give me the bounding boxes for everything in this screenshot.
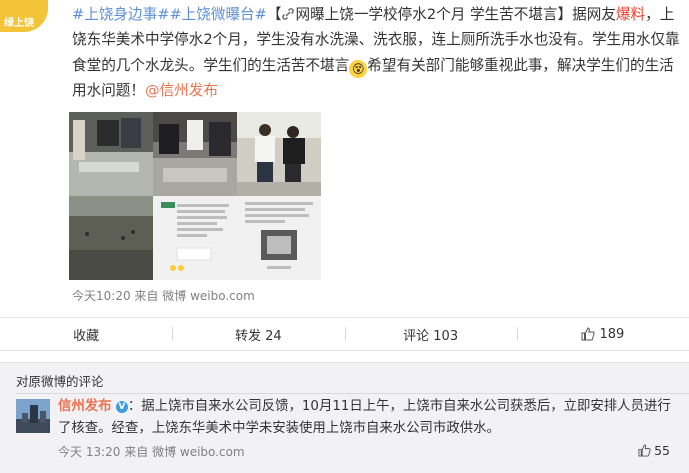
photo-washroom-sinks xyxy=(69,112,153,196)
bracket-open: 【 xyxy=(266,6,282,23)
collect-button[interactable]: 收藏 xyxy=(0,318,172,350)
commenter-avatar-image xyxy=(16,399,50,433)
comment-source-prefix: 来自 xyxy=(124,445,149,459)
chain-link-icon[interactable] xyxy=(281,7,295,21)
comment-meta: 今天 13:20 来自 微博 weibo.com 55 xyxy=(58,443,684,460)
thumbs-up-icon xyxy=(581,327,596,341)
photo-people-sitting xyxy=(237,112,321,196)
photo-students-at-taps xyxy=(153,112,237,196)
photo-4[interactable] xyxy=(69,196,153,280)
photo-dirty-sink xyxy=(69,196,153,280)
comment-source[interactable]: 微博 weibo.com xyxy=(152,445,245,459)
photo-chat-screenshot-1 xyxy=(153,196,237,280)
bracket-close: 】 xyxy=(557,6,573,23)
post-source[interactable]: 微博 weibo.com xyxy=(162,289,255,303)
verified-v-icon[interactable]: V xyxy=(115,401,128,413)
photo-3[interactable] xyxy=(237,112,321,196)
mention-xinzhou-link[interactable]: @信州发布 xyxy=(145,82,218,99)
comment-time: 今天 13:20 xyxy=(58,445,121,459)
post-meta: 今天10:20 来自 微博 weibo.com xyxy=(72,287,255,304)
photo-2[interactable] xyxy=(153,112,237,196)
post-headline: 网曝上饶一学校停水2个月 学生苦不堪言 xyxy=(295,6,558,23)
commenter-avatar[interactable] xyxy=(16,399,50,433)
post-text-a: 据网友 xyxy=(572,6,616,23)
topic-tag-1[interactable]: #上饶身边事# xyxy=(72,6,169,23)
dizzy-emoji-icon: 😵 xyxy=(349,59,368,78)
action-bar: 收藏 转发 24 评论 103 189 xyxy=(0,317,689,351)
comment-text: ：据上饶市自来水公司反馈，10月11日上午，上饶市自来水公司获悉后，立即安排人员… xyxy=(58,399,671,436)
author-avatar[interactable]: 绿上饶 xyxy=(0,0,48,32)
avatar-text: 绿上饶 xyxy=(4,18,34,29)
commenter-name[interactable]: 信州发布 xyxy=(58,399,112,414)
thumbs-up-icon xyxy=(638,444,651,457)
photo-chat-screenshot-2 xyxy=(237,196,321,280)
comments-section: 对原微博的评论 信州发布 V ：据上饶市自来水公司反馈，10月11日上午，上饶市自… xyxy=(0,362,689,473)
comment-label: 评论 103 xyxy=(403,328,459,344)
highlight-keyword[interactable]: 爆料 xyxy=(616,6,645,23)
comments-divider xyxy=(16,393,689,394)
comment-like-count: 55 xyxy=(654,443,670,458)
collect-label: 收藏 xyxy=(73,328,100,344)
like-button[interactable]: 189 xyxy=(516,318,689,350)
photo-5[interactable] xyxy=(153,196,237,280)
comment-body: 信州发布 V ：据上饶市自来水公司反馈，10月11日上午，上饶市自来水公司获悉后，… xyxy=(58,396,684,440)
topic-tag-2[interactable]: #上饶微曝台# xyxy=(169,6,266,23)
comments-title: 对原微博的评论 xyxy=(16,374,104,389)
repost-label: 转发 24 xyxy=(235,328,282,344)
post-text: #上饶身边事##上饶微曝台#【 网曝上饶一学校停水2个月 学生苦不堪言】据网友爆料… xyxy=(72,2,684,104)
comment-like-button[interactable]: 55 xyxy=(638,443,670,458)
repost-button[interactable]: 转发 24 xyxy=(172,318,344,350)
photo-6[interactable] xyxy=(237,196,321,280)
comment-button[interactable]: 评论 103 xyxy=(344,318,517,350)
source-prefix: 来自 xyxy=(134,289,159,303)
photo-1[interactable] xyxy=(69,112,153,196)
like-count: 189 xyxy=(599,326,625,342)
post-time[interactable]: 今天10:20 xyxy=(72,289,131,303)
